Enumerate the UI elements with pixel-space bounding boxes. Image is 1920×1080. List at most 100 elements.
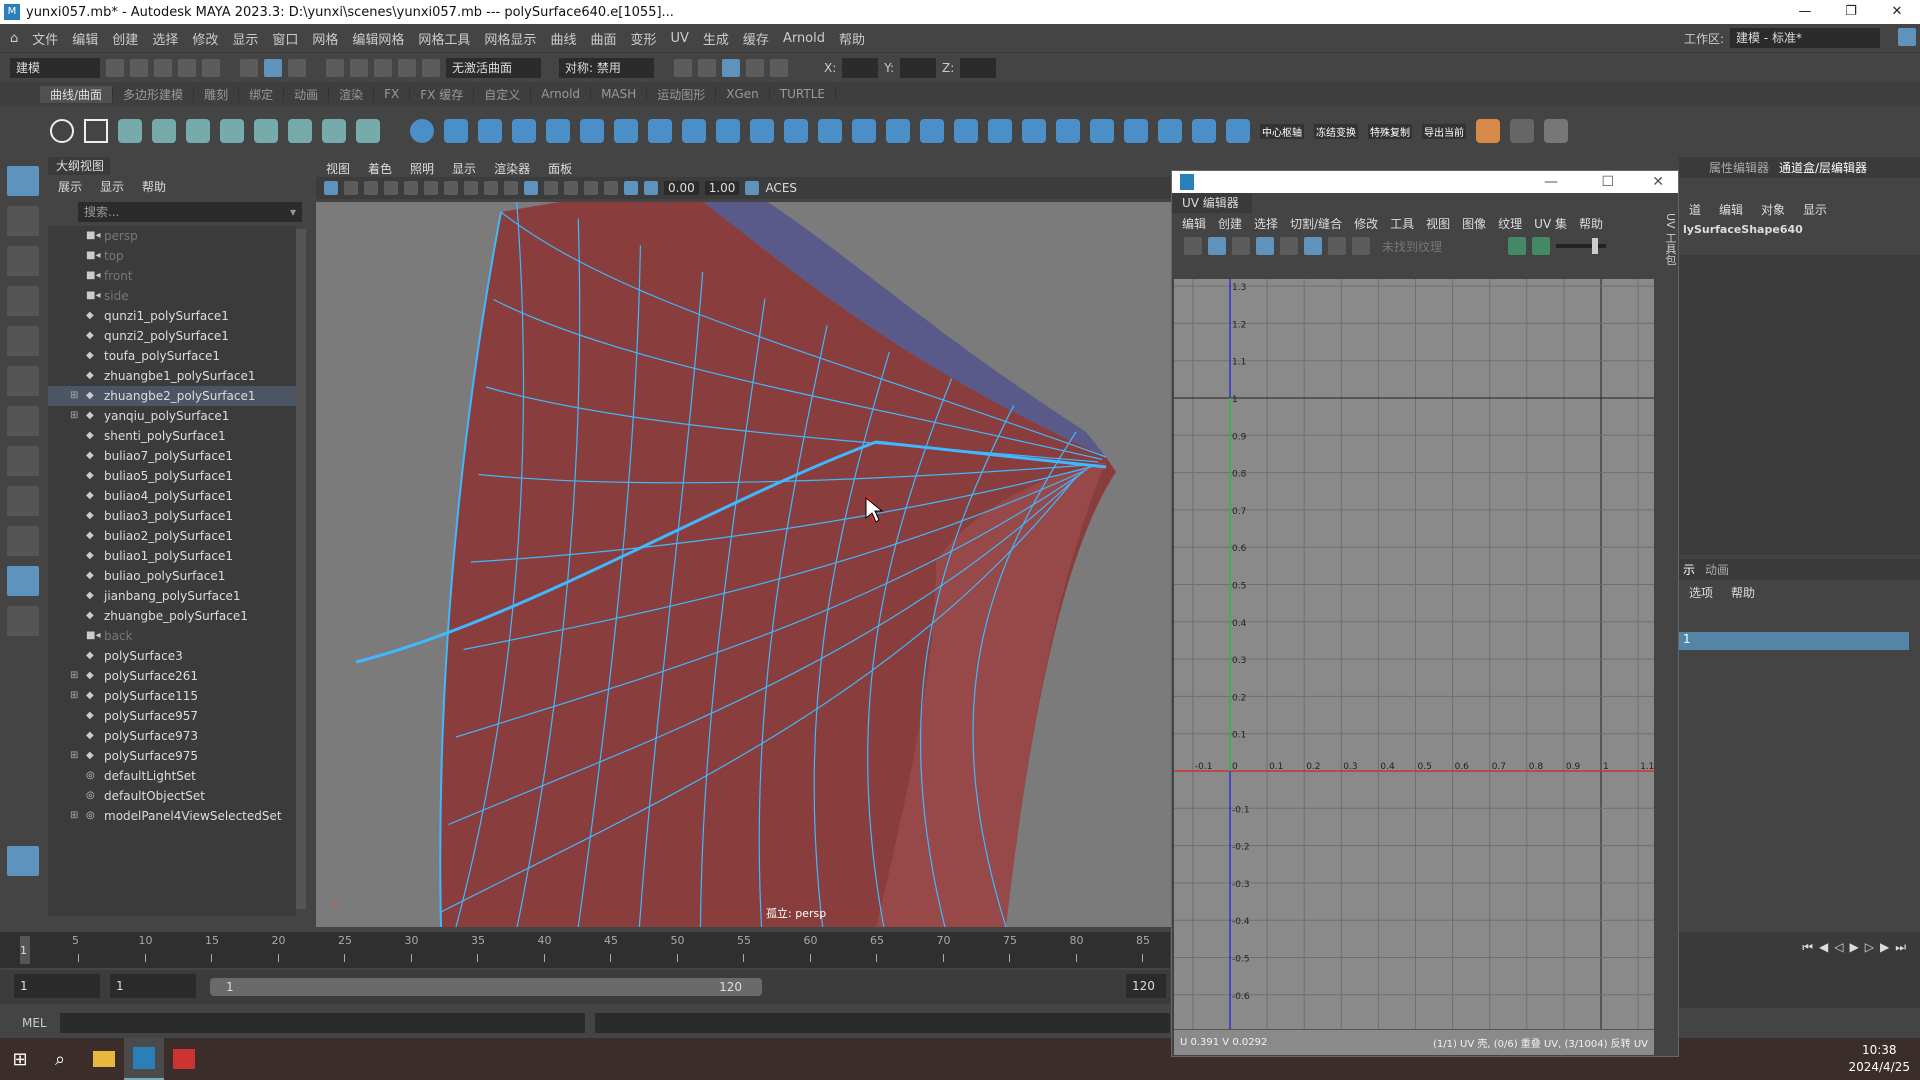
snap-point-icon[interactable] bbox=[374, 58, 392, 77]
select-hierarchy-icon[interactable] bbox=[240, 58, 258, 77]
viewport-menu-item[interactable]: 渲染器 bbox=[494, 160, 530, 176]
search-icon[interactable] bbox=[7, 606, 39, 636]
layer-help-menu[interactable]: 帮助 bbox=[1731, 584, 1755, 601]
menu-item[interactable]: Arnold bbox=[783, 31, 825, 46]
workspace-dropdown[interactable]: 建模 - 标准* bbox=[1730, 28, 1880, 48]
undo-icon[interactable] bbox=[178, 58, 196, 77]
two-view-icon[interactable] bbox=[7, 526, 39, 556]
uv-shell-icon[interactable] bbox=[1208, 237, 1226, 255]
texture-field[interactable]: 未找到纹理 bbox=[1382, 238, 1502, 255]
channel-menu-item[interactable]: 显示 bbox=[1803, 201, 1827, 218]
dropdown-arrow-icon[interactable]: ▾ bbox=[290, 202, 296, 222]
isolate-select-icon[interactable] bbox=[644, 181, 658, 195]
distortion-icon[interactable] bbox=[1280, 237, 1298, 255]
hypershade-icon[interactable] bbox=[746, 58, 764, 77]
snap-grid-icon[interactable] bbox=[326, 58, 344, 77]
2d-pan-icon[interactable] bbox=[404, 181, 418, 195]
uv-menu-item[interactable]: 工具 bbox=[1390, 215, 1414, 232]
menu-item[interactable]: 网格 bbox=[312, 29, 338, 48]
outliner-item[interactable]: ■◂ persp bbox=[48, 226, 296, 246]
uv-grid[interactable]: -0.1 0 0.1 0.2 0.3 0.4 0.5 0.6 0.7 0.8 0.9 1 1.1 1.3 1… bbox=[1174, 279, 1654, 1029]
maximize-button[interactable]: ❐ bbox=[1828, 0, 1874, 24]
nurbs-square-icon[interactable] bbox=[84, 119, 108, 143]
outliner-item[interactable]: ◆ buliao2_polySurface1 bbox=[48, 526, 296, 546]
ao-icon[interactable] bbox=[604, 181, 618, 195]
nurbs-sphere-icon[interactable] bbox=[410, 119, 434, 143]
loft-icon[interactable] bbox=[648, 119, 672, 143]
birail-icon[interactable] bbox=[750, 119, 774, 143]
mash-icon[interactable] bbox=[1544, 119, 1568, 143]
ipr-icon[interactable] bbox=[698, 58, 716, 77]
expand-icon[interactable]: ⊞ bbox=[70, 686, 78, 706]
outliner-item[interactable]: ◆ toufa_polySurface1 bbox=[48, 346, 296, 366]
bevel-plus-icon[interactable] bbox=[852, 119, 876, 143]
last-tool-icon[interactable] bbox=[7, 406, 39, 436]
curve-tool-icon[interactable] bbox=[118, 119, 142, 143]
close-button[interactable]: ✕ bbox=[1652, 171, 1664, 193]
move-tool-icon[interactable] bbox=[7, 286, 39, 316]
outliner-item[interactable]: ■◂ front bbox=[48, 266, 296, 286]
outliner-item[interactable]: ◆ buliao5_polySurface1 bbox=[48, 466, 296, 486]
uv-toolkit-tab[interactable]: UV 工具包 bbox=[1656, 193, 1678, 293]
shelf-tab[interactable]: 自定义 bbox=[474, 85, 532, 103]
current-frame-marker[interactable]: 1 bbox=[20, 936, 30, 964]
shelf-tab[interactable]: XGen bbox=[716, 87, 770, 101]
menu-item[interactable]: 网格显示 bbox=[484, 29, 536, 48]
grid-icon[interactable] bbox=[444, 181, 458, 195]
outliner-item[interactable]: ◎ defaultObjectSet bbox=[48, 786, 296, 806]
detach-curve-icon[interactable] bbox=[288, 119, 312, 143]
outliner-item[interactable]: ◎ defaultLightSet bbox=[48, 766, 296, 786]
expand-icon[interactable]: ⊞ bbox=[70, 406, 78, 426]
menu-item[interactable]: UV bbox=[670, 31, 688, 46]
menu-item[interactable]: 修改 bbox=[192, 29, 218, 48]
exposure-field[interactable]: 0.00 bbox=[664, 181, 699, 195]
menu-item[interactable]: 创建 bbox=[112, 29, 138, 48]
uv-menu-item[interactable]: 创建 bbox=[1218, 215, 1242, 232]
uv-menu-item[interactable]: 修改 bbox=[1354, 215, 1378, 232]
tab-attribute-editor[interactable]: 属性编辑器 bbox=[1709, 159, 1769, 176]
export-selection-button[interactable]: 导出当前 bbox=[1422, 123, 1466, 139]
nurbs-circle-icon[interactable] bbox=[50, 119, 74, 143]
snap-surface-icon[interactable] bbox=[422, 58, 440, 77]
outliner-search[interactable]: 搜索... ▾ bbox=[78, 202, 302, 222]
outliner-item[interactable]: ◆ zhuangbe_polySurface1 bbox=[48, 606, 296, 626]
project-curve-icon[interactable] bbox=[886, 119, 910, 143]
outliner-item[interactable]: ◆ jianbang_polySurface1 bbox=[48, 586, 296, 606]
single-view-icon[interactable] bbox=[7, 446, 39, 476]
image-plane-icon[interactable] bbox=[384, 181, 398, 195]
outliner-item[interactable]: ⊞ ◆ polySurface975 bbox=[48, 746, 296, 766]
uv-editor-tab[interactable]: UV 编辑器 bbox=[1172, 193, 1252, 213]
image-icon[interactable] bbox=[1532, 237, 1550, 255]
outliner-item[interactable]: ◆ polySurface3 bbox=[48, 646, 296, 666]
outliner-menu-item[interactable]: 帮助 bbox=[142, 178, 166, 195]
trim-icon[interactable] bbox=[954, 119, 978, 143]
wireframe-icon[interactable] bbox=[504, 181, 518, 195]
uv-menu-item[interactable]: 选择 bbox=[1254, 215, 1278, 232]
playblast-icon[interactable] bbox=[770, 58, 788, 77]
checker-icon[interactable] bbox=[1328, 237, 1346, 255]
shelf-tab[interactable]: FX bbox=[374, 87, 411, 101]
minimize-button[interactable]: — bbox=[1782, 0, 1828, 24]
tab-display-layers[interactable]: 示 bbox=[1683, 561, 1695, 578]
channel-menu-item[interactable]: 道 bbox=[1689, 201, 1701, 218]
shelf-tab[interactable]: Arnold bbox=[531, 87, 592, 101]
uv-menu-item[interactable]: 纹理 bbox=[1498, 215, 1522, 232]
nurbs-torus-icon[interactable] bbox=[580, 119, 604, 143]
menu-set-dropdown[interactable]: 建模 bbox=[10, 57, 100, 78]
symmetry-dropdown[interactable]: 对称: 禁用 bbox=[559, 57, 654, 78]
snapshot-icon[interactable] bbox=[1352, 237, 1370, 255]
arc-tool-icon[interactable] bbox=[220, 119, 244, 143]
outliner-layout-icon[interactable] bbox=[7, 566, 39, 596]
outliner-item[interactable]: ■◂ side bbox=[48, 286, 296, 306]
expand-icon[interactable]: ⊞ bbox=[70, 746, 78, 766]
select-component-icon[interactable] bbox=[288, 58, 306, 77]
freeze-transform-button[interactable]: 冻结变换 bbox=[1314, 123, 1358, 139]
outliner-item[interactable]: ◆ shenti_polySurface1 bbox=[48, 426, 296, 446]
search-button[interactable]: ⌕ bbox=[40, 1038, 80, 1080]
outliner-scrollbar[interactable] bbox=[296, 229, 306, 909]
select-camera-icon[interactable] bbox=[324, 181, 338, 195]
outliner-item[interactable]: ◆ buliao1_polySurface1 bbox=[48, 546, 296, 566]
app-taskbar-button[interactable] bbox=[164, 1038, 204, 1080]
maya-taskbar-button[interactable] bbox=[124, 1038, 164, 1080]
outliner-item[interactable]: ⊞ ◎ modelPanel4ViewSelectedSet bbox=[48, 806, 296, 826]
